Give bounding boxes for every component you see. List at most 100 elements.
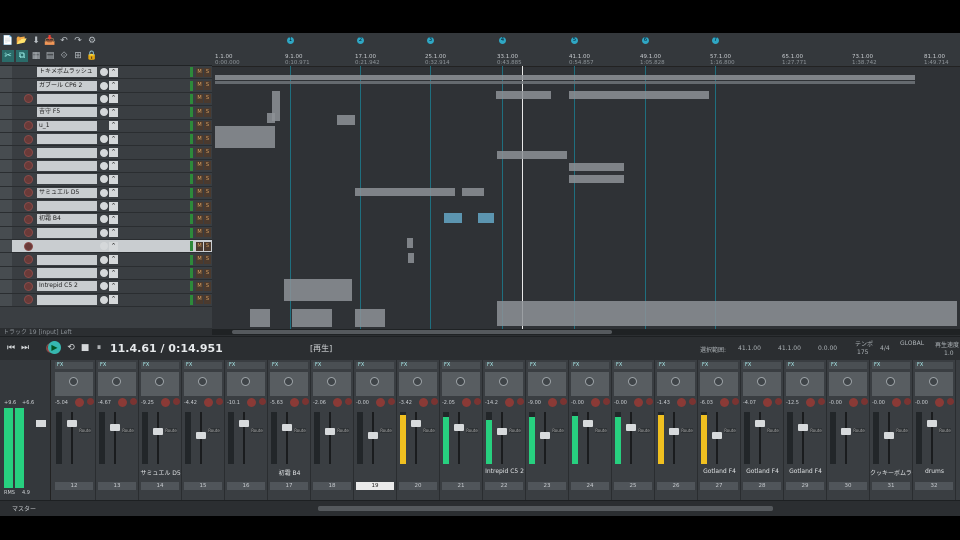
track-name[interactable] [37,294,97,305]
folder-toggle-icon[interactable] [0,132,12,146]
route-button[interactable]: Route [251,428,263,433]
fx-button[interactable]: FX [700,362,738,369]
media-item[interactable] [569,175,624,183]
track-name[interactable]: 初霜 B4 [37,214,97,225]
volume-fader[interactable] [669,428,679,435]
media-item[interactable] [569,91,709,99]
channel-number[interactable]: 12 [55,482,93,490]
mixer-channel[interactable]: FX -9.25 Route サミュエル D5 14 [139,360,182,500]
track-name[interactable]: トキメポムラッシュ [37,67,97,78]
fx-button[interactable]: FX [313,362,351,369]
solo-button[interactable]: S [204,214,211,224]
toolbar-toggle[interactable]: ⟐ [58,50,70,62]
volume-fader[interactable] [497,428,507,435]
fx-button[interactable]: FX [528,362,566,369]
fx-knob-icon[interactable] [462,398,471,407]
volume-knob-icon[interactable] [100,242,108,251]
mixer-channel[interactable]: FX -2.06 Route 18 [311,360,354,500]
marker-icon[interactable]: 3 [427,37,434,44]
envelope-icon[interactable]: ⌃ [109,295,118,305]
record-arm-icon[interactable] [24,255,33,265]
media-item[interactable] [215,75,915,80]
record-arm-icon[interactable] [216,398,223,405]
record-arm-icon[interactable] [24,214,33,224]
volume-knob-icon[interactable] [100,215,108,224]
track-header[interactable]: トキメポムラッシュ ⌃ M S [0,66,212,80]
toolbar-toggle[interactable]: ✂ [2,50,14,62]
media-item[interactable] [497,151,567,159]
channel-number[interactable]: 17 [270,482,308,490]
record-arm-icon[interactable] [24,228,33,238]
solo-button[interactable]: S [204,174,211,184]
volume-fader[interactable] [153,428,163,435]
toolbar-button[interactable]: ⬇ [30,35,42,47]
pan-knob-icon[interactable] [112,377,121,386]
volume-knob-icon[interactable] [100,68,108,77]
toolbar-button[interactable]: 📄 [2,35,14,47]
record-arm-icon[interactable] [603,398,610,405]
track-name[interactable]: サミュエル D5 [37,187,97,198]
media-item[interactable] [569,163,624,171]
pan-knob-icon[interactable] [327,377,336,386]
mute-button[interactable]: M [196,188,203,198]
record-arm-icon[interactable] [24,295,33,305]
mute-button[interactable]: M [196,134,203,144]
record-arm-icon[interactable] [173,398,180,405]
toolbar-toggle[interactable]: ⧉ [16,50,28,62]
folder-toggle-icon[interactable] [0,106,12,119]
media-item[interactable] [355,188,455,196]
folder-toggle-icon[interactable] [0,173,12,186]
route-button[interactable]: Route [896,428,908,433]
mixer-channel[interactable]: FX -14.2 Route Intrepid C5 2 22 [483,360,526,500]
folder-toggle-icon[interactable] [0,119,12,132]
route-button[interactable]: Route [810,428,822,433]
fx-button[interactable]: FX [399,362,437,369]
pan-knob-icon[interactable] [929,377,938,386]
track-header[interactable]: ⌃ M S [0,293,212,308]
pan-knob-icon[interactable] [241,377,250,386]
fx-button[interactable]: FX [98,362,136,369]
track-name[interactable] [37,201,97,212]
toolbar-toggle[interactable]: ▤ [44,50,56,62]
solo-button[interactable]: S [204,268,211,278]
route-button[interactable]: Route [165,428,177,433]
toolbar-toggle[interactable]: ⊞ [72,50,84,62]
selection-length[interactable]: 0.0.00 [818,345,837,352]
envelope-icon[interactable]: ⌃ [109,201,118,211]
solo-button[interactable]: S [204,81,211,91]
global-label[interactable]: GLOBAL [900,340,924,347]
pan-knob-icon[interactable] [456,377,465,386]
channel-number[interactable]: 24 [571,482,609,490]
track-header[interactable]: ⌃ M S [0,199,212,214]
record-arm-icon[interactable] [24,94,33,104]
solo-button[interactable]: S [204,188,211,198]
solo-button[interactable]: S [204,241,211,251]
track-name[interactable] [37,254,97,265]
volume-fader[interactable] [368,432,378,439]
channel-number[interactable]: 19 [356,482,394,490]
fx-button[interactable]: FX [184,362,222,369]
toolbar-toggle[interactable]: ▦ [30,50,42,62]
mute-button[interactable]: M [196,281,203,291]
channel-number[interactable]: 16 [227,482,265,490]
record-arm-icon[interactable] [24,134,33,144]
track-name[interactable] [37,147,97,158]
repeat-icon[interactable]: ⟲ [66,343,76,353]
mute-button[interactable]: M [196,121,203,131]
volume-fader[interactable] [454,424,464,431]
envelope-icon[interactable]: ⌃ [109,107,118,117]
solo-button[interactable]: S [204,295,211,305]
media-item[interactable] [215,81,915,84]
fx-knob-icon[interactable] [763,398,772,407]
mixer-channel[interactable]: FX -0.00 Route 24 [569,360,612,500]
volume-fader[interactable] [798,424,808,431]
volume-fader[interactable] [583,420,593,427]
solo-button[interactable]: S [204,228,211,238]
channel-number[interactable]: 22 [485,482,523,490]
volume-knob-icon[interactable] [100,282,108,291]
mute-button[interactable]: M [196,107,203,117]
mixer-channel[interactable]: FX -10.1 Route 16 [225,360,268,500]
mixer-channel[interactable]: FX -12.5 Route Gotland F4 29 [784,360,827,500]
track-name[interactable] [37,93,97,104]
mute-button[interactable]: M [196,241,203,251]
